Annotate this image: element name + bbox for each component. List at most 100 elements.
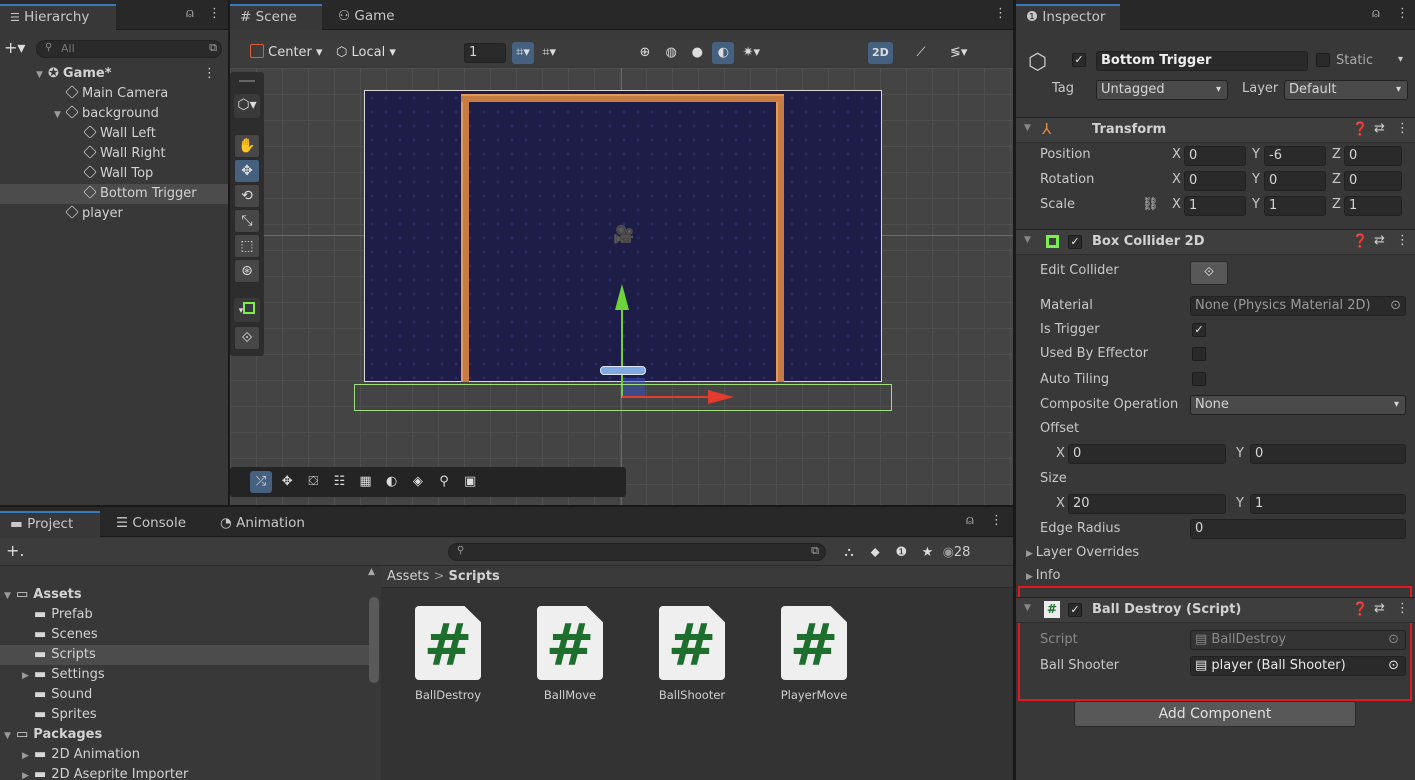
preset-icon[interactable]: ⇄ [1374,121,1385,136]
tab-scene[interactable]: # Scene [230,4,322,30]
more-menu-icon[interactable]: ⋮ [203,64,216,84]
folder-tree-item[interactable]: ▬ Scenes [0,625,372,645]
camera-preview-icon[interactable]: ▣ [459,471,481,493]
box-collider-enabled-checkbox[interactable]: ✓ [1068,235,1082,249]
folder-tree-item[interactable]: ▬ Scripts [0,645,372,665]
transform-scale-z-field[interactable]: 1 [1344,196,1402,216]
grid-visibility-icon[interactable]: ⌗▾ [512,42,534,64]
grid-size-input[interactable]: 1 [464,43,506,63]
tag-dropdown[interactable]: Untagged ▾ [1096,80,1228,100]
size-y-field[interactable]: 1 [1250,494,1406,514]
folder-tree-item[interactable]: ▶ ▬ 2D Aseprite Importer [0,765,372,780]
hierarchy-item[interactable]: ▼ ✪ Game* ⋮ [0,64,228,84]
tab-inspector[interactable]: ❶ Inspector [1016,4,1120,30]
offset-x-field[interactable]: 0 [1068,444,1226,464]
component-menu-icon[interactable]: ⋮ [1396,121,1409,136]
used-by-effector-checkbox[interactable] [1192,347,1206,361]
rotate-tool-icon[interactable]: ⟲ [234,184,260,208]
shuffle-icon[interactable]: ⤮ [250,471,272,493]
lighting-icon[interactable]: ◐ [712,42,735,64]
tab-game[interactable]: ⚇ Game [328,4,405,30]
box-collider-tool[interactable]: ▾ [234,298,260,322]
orientation-icon[interactable]: ⊕ [634,42,656,64]
script-asset-name[interactable]: BallDestroy [398,688,498,702]
tab-animation[interactable]: ◔ Animation [210,511,315,537]
script-asset-name[interactable]: BallShooter [642,688,742,702]
move-tool-icon[interactable]: ✥ [234,159,260,183]
help-icon[interactable]: ❓ [1352,122,1368,137]
transform-scale-y-field[interactable]: 1 [1264,196,1326,216]
audio-toggle-icon[interactable]: ⟋ [910,42,932,64]
more-menu-icon[interactable]: ⋮ [1396,6,1409,21]
is-trigger-checkbox[interactable]: ✓ [1192,323,1206,337]
script-asset-icon[interactable]: # [415,606,481,680]
filter-type-icon[interactable]: ⛬ [838,542,860,564]
hierarchy-item[interactable]: Wall Right [0,144,228,164]
active-checkbox[interactable]: ✓ [1072,53,1086,67]
more-menu-icon[interactable]: ⋮ [990,513,1003,528]
tree-scrollbar[interactable] [369,597,379,683]
constrain-proportions-icon[interactable]: ⛓ [1142,197,1159,212]
collapse-arrow-icon[interactable]: ▶ [22,746,34,766]
hierarchy-item[interactable]: Wall Left [0,124,228,144]
grid-snap-icon[interactable]: ⌗▾ [538,42,560,64]
component-menu-icon[interactable]: ⋮ [1396,601,1409,616]
hierarchy-item[interactable]: ▼ background [0,104,228,124]
lock-icon[interactable]: ⍝ [186,6,194,21]
breadcrumb-assets[interactable]: Assets [387,569,429,584]
collapse-arrow-icon[interactable]: ▶ [22,666,34,686]
transform-rotation-x-field[interactable]: 0 [1184,171,1246,191]
hierarchy-search[interactable]: ⚲ All ⧉ [36,40,222,58]
search-options-icon[interactable]: ⧉ [209,41,217,55]
component-menu-icon[interactable]: ⋮ [1396,233,1409,248]
folder-tree-item[interactable]: ▶ ▬ 2D Animation [0,745,372,765]
object-picker-icon[interactable]: ⊙ [1388,297,1401,315]
expand-arrow-icon[interactable]: ▼ [36,65,48,85]
hierarchy-add-button[interactable]: +▾ [4,38,25,57]
layer-dropdown[interactable]: Default ▾ [1284,80,1408,100]
camera-gizmo-icon[interactable]: 🎥 [613,225,634,245]
mode-2d-button[interactable]: 2D [868,42,893,64]
bottom-trigger-collider[interactable] [354,384,892,411]
tab-hierarchy[interactable]: ☰ Hierarchy [0,4,116,30]
visibility-eye-icon[interactable]: ◉ [943,545,954,560]
filter-warning-icon[interactable]: ❶ [890,542,912,564]
lock-icon[interactable]: ⍝ [1372,6,1380,21]
preset-icon[interactable]: ⇄ [1374,233,1385,248]
transform-position-x-field[interactable]: 0 [1184,146,1246,166]
folder-tree-item[interactable]: ▬ Sound [0,685,372,705]
hand-tool-icon[interactable]: ✋ [234,134,260,158]
expand-arrow-icon[interactable]: ▼ [4,726,16,746]
gameobject-cube-icon[interactable]: ⬡ [1028,50,1047,75]
box-collider-header[interactable]: ▼ ✓ Box Collider 2D ❓ ⇄ ⋮ [1016,229,1415,255]
hierarchy-item[interactable]: Wall Top [0,164,228,184]
gizmo-y-arrow[interactable] [615,284,629,310]
script-asset-name[interactable]: BallMove [520,688,620,702]
auto-tiling-checkbox[interactable] [1192,372,1206,386]
sprite-icon[interactable]: ◐ [381,471,403,493]
zoom-icon[interactable]: ⚲ [433,471,455,493]
composite-operation-dropdown[interactable]: None ▾ [1190,395,1406,415]
object-picker-icon[interactable]: ⊙ [1388,657,1399,675]
palette-grip[interactable] [239,80,255,82]
material-field[interactable]: None (Physics Material 2D) ⊙ [1190,296,1406,316]
script-asset-name[interactable]: PlayerMove [764,688,864,702]
rect-tool-icon[interactable]: ⬚ [234,234,260,258]
script-asset-icon[interactable]: # [537,606,603,680]
layer-overrides-foldout[interactable]: ▶ Layer Overrides [1026,545,1139,560]
expand-arrow-icon[interactable]: ▼ [4,586,16,606]
layers-icon[interactable]: ◈ [407,471,429,493]
gizmos-icon[interactable]: ✷▾ [739,42,764,64]
scroll-up-arrow[interactable]: ▲ [368,567,375,577]
search-options-icon[interactable]: ⧉ [811,544,819,558]
tool-view-dropdown[interactable]: ⬡▾ [234,94,260,118]
hierarchy-item[interactable]: Bottom Trigger [0,184,228,204]
ball-shooter-field[interactable]: ▤ player (Ball Shooter) ⊙ [1190,656,1406,676]
ball-destroy-header[interactable]: ▼ # ✓ Ball Destroy (Script) ❓ ⇄ ⋮ [1016,597,1415,623]
offset-y-field[interactable]: 0 [1250,444,1406,464]
folder-tree-item[interactable]: ▼ ▭ Packages [0,725,372,745]
create-asset-button[interactable]: +. [6,541,25,560]
lock-icon[interactable]: ⍝ [966,513,974,528]
object-name-field[interactable]: Bottom Trigger [1096,51,1308,71]
transform-scale-x-field[interactable]: 1 [1184,196,1246,216]
